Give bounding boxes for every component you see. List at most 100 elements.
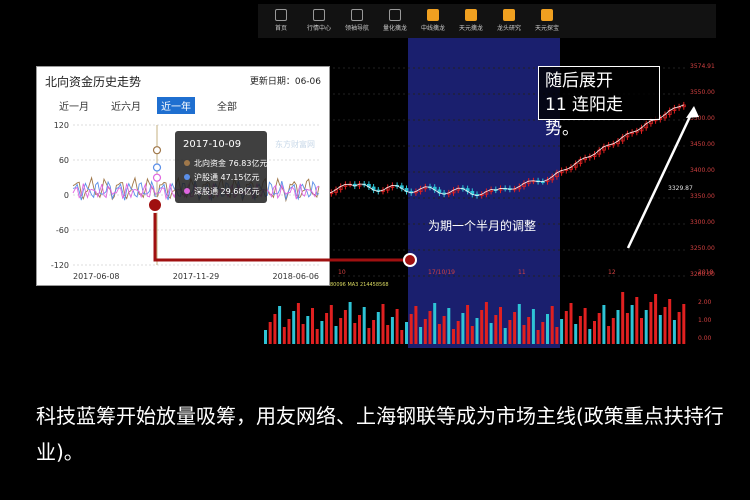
tooltip-point	[152, 146, 162, 155]
inset-line-chart: 120 60 0 -60 -120 2017-06-08 2017-11-29 2018-06…	[51, 121, 320, 281]
volume-bar	[362, 307, 366, 344]
volume-bar	[654, 294, 658, 344]
volume-bar	[475, 318, 479, 344]
volume-bar	[282, 327, 286, 344]
volume-bar	[339, 318, 343, 344]
x-tick-label: 12	[608, 269, 616, 276]
market-icon	[313, 9, 325, 21]
volume-bar	[433, 303, 437, 344]
toolbar-item-label: 行情中心	[306, 25, 331, 32]
volume-bar	[386, 325, 390, 344]
volume-bar	[301, 324, 305, 344]
current-price-label: 3329.87	[668, 185, 693, 192]
tooltip-row: 北向资金 76.83亿元	[194, 158, 267, 168]
volume-bar	[663, 307, 667, 344]
toolbar-item-label: 量化擒龙	[382, 25, 407, 32]
volume-bar	[682, 304, 686, 344]
volume-bar	[640, 318, 643, 344]
rally-note-line-1: 随后展开	[545, 71, 613, 91]
volume-bar	[315, 329, 319, 344]
toolbar-item[interactable]: 首页	[266, 6, 296, 36]
inset-tooltip: 2017-10-09 北向资金 76.83亿元沪股通 47.15亿元深股通 29.…	[175, 131, 267, 203]
volume-bar	[414, 306, 418, 344]
volume-bar	[367, 328, 371, 344]
research-icon	[503, 9, 515, 21]
volume-bar	[494, 315, 498, 344]
volume-bar	[588, 329, 592, 344]
top-toolbar: 首页 行情中心 领袖导航 量化擒龙 中线擒龙 天元擒龙 龙头研究 天元探宝	[258, 4, 716, 39]
toolbar-item-label: 首页	[274, 25, 287, 32]
volume-bar	[456, 321, 460, 344]
volume-bar	[602, 305, 606, 344]
volume-bar	[677, 312, 681, 344]
x-tick-label: 17/10/19	[428, 269, 455, 276]
toolbar-item[interactable]: 中线擒龙	[418, 6, 448, 36]
price-tick-label: 3550.00	[690, 89, 715, 96]
price-tick-label: 3574.91	[690, 63, 715, 70]
volume-bar	[611, 318, 615, 344]
volume-bar	[555, 327, 559, 344]
volume-bar	[564, 311, 568, 344]
inset-x-tick: 2017-11-29	[173, 272, 220, 281]
volume-bar	[400, 330, 404, 344]
volume-bar	[292, 311, 296, 344]
tooltip-point	[152, 173, 162, 182]
tooltip-swatch	[184, 160, 190, 166]
volume-bar	[264, 330, 267, 344]
volume-bar	[541, 322, 545, 344]
volume-bar	[658, 315, 662, 344]
volume-bar	[470, 326, 474, 344]
tooltip-point	[152, 163, 162, 172]
x-tick-label: 10	[338, 269, 346, 276]
volume-bar	[621, 292, 625, 344]
toolbar-item[interactable]: 天元擒龙	[456, 6, 486, 36]
tooltip-row: 深股通 29.68亿元	[194, 186, 259, 196]
volume-bar	[409, 314, 413, 344]
volume-bar	[419, 327, 423, 344]
volume-bar	[447, 308, 451, 344]
volume-bar	[405, 322, 408, 344]
price-tick-label: 3250.00	[690, 245, 715, 252]
inset-watermark: 东方财富网	[275, 139, 315, 149]
tianyuan-icon	[465, 9, 477, 21]
volume-tick-label: 2.00	[698, 299, 712, 306]
volume-bar	[343, 310, 347, 344]
price-tick-label: 3450.00	[690, 141, 715, 148]
tooltip-date: 2017-10-09	[183, 139, 241, 150]
inset-x-tick: 2018-06-06	[273, 272, 320, 281]
volume-bar	[273, 314, 277, 344]
toolbar-item[interactable]: 龙头研究	[494, 6, 524, 36]
volume-bar	[597, 313, 601, 344]
volume-bar	[452, 329, 455, 344]
toolbar-item[interactable]: 领袖导航	[342, 6, 372, 36]
volume-bar	[503, 328, 507, 344]
nav-icon	[351, 9, 363, 21]
toolbar-item-label: 天元探宝	[534, 25, 559, 32]
volume-bar	[668, 299, 672, 344]
inset-y-tick: 60	[59, 156, 69, 165]
volume-bar	[574, 324, 578, 344]
toolbar-item-label: 领袖导航	[344, 25, 369, 32]
toolbar-item[interactable]: 量化擒龙	[380, 6, 410, 36]
inset-y-tick: -120	[51, 261, 69, 270]
volume-bar	[578, 316, 582, 344]
volume-bar	[546, 314, 549, 344]
price-tick-label: 3300.00	[690, 219, 715, 226]
volume-bar	[630, 305, 634, 344]
caption-text: 科技蓝筹开始放量吸筹，用友网络、上海钢联等成为市场主线(政策重点扶持行业)。	[36, 404, 724, 464]
volume-bar	[583, 308, 587, 344]
volume-bar	[480, 310, 484, 344]
volume-bar	[306, 316, 310, 344]
volume-bar	[513, 312, 517, 344]
volume-bar	[428, 311, 432, 344]
volume-bar	[560, 319, 564, 344]
volume-bar	[348, 302, 352, 344]
volume-bar	[268, 322, 272, 344]
toolbar-item-label: 天元擒龙	[458, 25, 483, 32]
volume-bar	[395, 309, 399, 344]
volume-bar	[372, 320, 376, 344]
volume-bar	[672, 320, 676, 344]
toolbar-item[interactable]: 行情中心	[304, 6, 334, 36]
volume-bar	[517, 304, 521, 344]
toolbar-item[interactable]: 天元探宝	[532, 6, 562, 36]
